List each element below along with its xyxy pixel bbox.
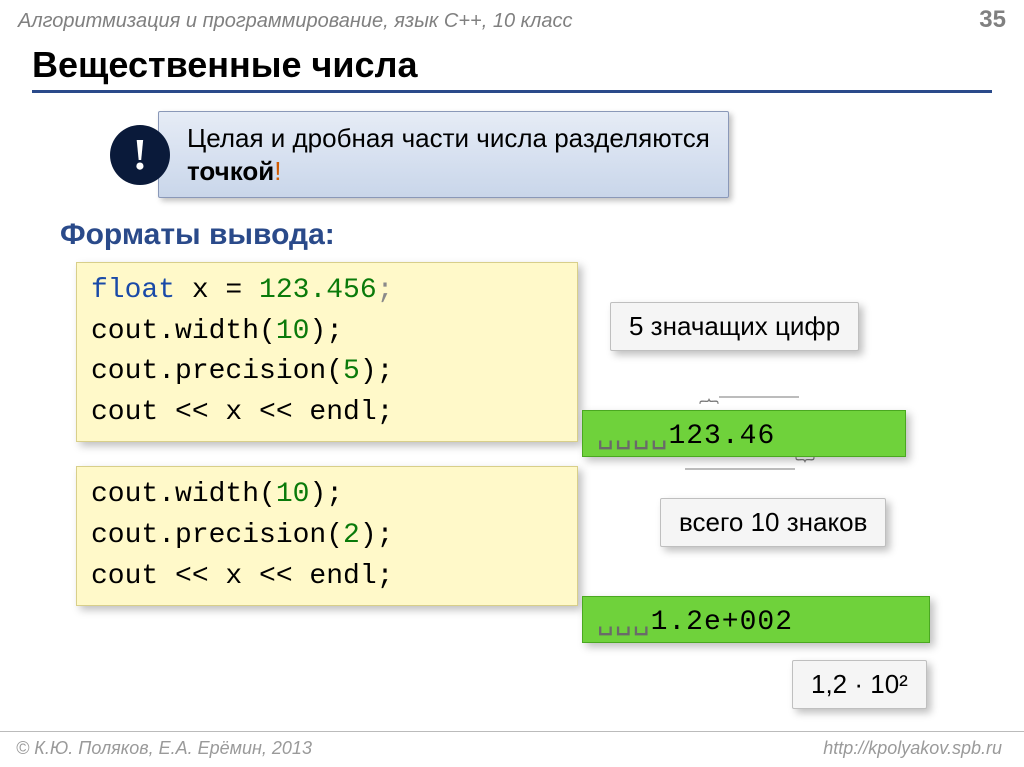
label-significant: 5 значащих цифр: [610, 302, 859, 351]
brace-top-icon: ︷⎯⎯⎯⎯⎯⎯⎯⎯: [636, 386, 862, 406]
callout-exclam: !: [274, 156, 281, 186]
slide-title: Вещественные числа: [32, 44, 992, 93]
footer-right: http://kpolyakov.spb.ru: [823, 738, 1002, 759]
code-block-2: cout.width(10); cout.precision(2); cout …: [76, 466, 578, 606]
header-bar: Алгоритмизация и программирование, язык …: [0, 0, 1024, 38]
brace-bottom-icon: ⎯⎯⎯⎯⎯⎯⎯⎯⎯⎯⎯︸: [590, 458, 910, 478]
exclamation-icon: !: [110, 125, 170, 185]
page-number: 35: [979, 6, 1006, 34]
callout-box: Целая и дробная части числа разделяются …: [158, 111, 729, 198]
result-2: ␣␣␣1.2e+002: [582, 596, 930, 643]
code-block-1: float x = 123.456; cout.width(10); cout.…: [76, 262, 578, 442]
label-sci: 1,2 · 10²: [792, 660, 927, 709]
result-1: ␣␣␣␣123.46: [582, 410, 906, 457]
callout-emph: точкой: [187, 156, 274, 186]
footer: © К.Ю. Поляков, Е.А. Ерёмин, 2013 http:/…: [0, 731, 1024, 759]
section-heading: Форматы вывода:: [60, 218, 1024, 252]
callout-text: Целая и дробная части числа разделяются: [187, 123, 710, 153]
callout: ! Целая и дробная части числа разделяютс…: [110, 111, 1024, 198]
label-total: всего 10 знаков: [660, 498, 886, 547]
footer-left: © К.Ю. Поляков, Е.А. Ерёмин, 2013: [16, 738, 312, 759]
course-label: Алгоритмизация и программирование, язык …: [18, 10, 572, 33]
